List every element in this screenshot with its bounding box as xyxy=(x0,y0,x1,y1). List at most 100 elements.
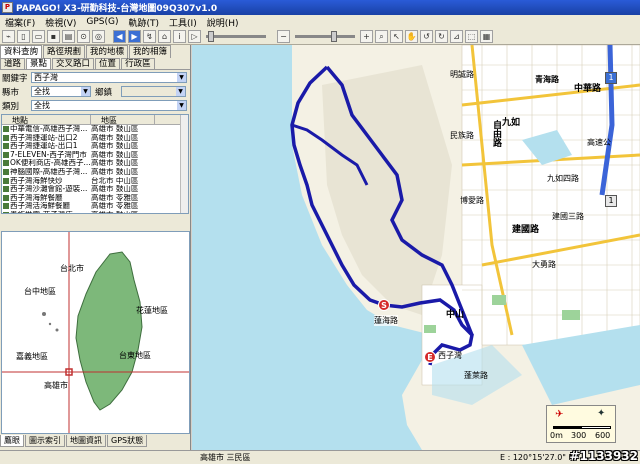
menu-gps[interactable]: GPS(G) xyxy=(81,17,123,27)
save-icon[interactable]: ▪ xyxy=(47,30,60,43)
play-icon[interactable]: ▷ xyxy=(188,30,201,43)
keyword-value: 西子灣 xyxy=(34,73,58,82)
results-header: 地點 地區 xyxy=(2,115,188,125)
menu-view[interactable]: 檢視(V) xyxy=(40,16,81,29)
place-text: OK便利商店-高雄西子... xyxy=(10,159,91,168)
status-bar: 高雄市 三民區 E : 120°15'27.0" N xyxy=(0,450,640,464)
road-label: 大勇路 xyxy=(532,260,556,269)
list-item[interactable]: 中華電信-高雄西子灣... 高雄市 鼓山區 xyxy=(2,125,188,134)
menu-help[interactable]: 說明(H) xyxy=(202,16,244,29)
region-text: 高雄市 鼓山區 xyxy=(91,125,139,133)
tab-search[interactable]: 資料查詢 xyxy=(0,45,43,58)
main-map[interactable]: S 蓮海路 E 青海路 自由路 明誠路 中華路 九如 建國路 建國三路 中山 大… xyxy=(192,45,640,450)
target-icon[interactable]: ◎ xyxy=(92,30,105,43)
list-item[interactable]: 西子灣海鮮餐廳 高雄市 苓雅區 xyxy=(2,194,188,203)
start-marker[interactable]: S xyxy=(378,299,390,311)
col-place[interactable]: 地點 xyxy=(2,115,91,125)
tab-eagle-eye[interactable]: 鷹眼 xyxy=(0,435,24,447)
list-item[interactable]: 西子灣海鮮快炒 台北市 中山區 xyxy=(2,177,188,186)
new-icon[interactable]: ▯ xyxy=(17,30,30,43)
route-icon[interactable]: ↯ xyxy=(143,30,156,43)
region-text: 高雄市 苓雅區 xyxy=(91,202,139,211)
place-text: 西子灣海鮮快炒 xyxy=(10,176,63,185)
gps-icon[interactable]: ⌁ xyxy=(2,30,15,43)
zoom-out-icon[interactable]: − xyxy=(277,30,290,43)
chevron-down-icon[interactable]: ▼ xyxy=(177,73,186,82)
forward-icon[interactable]: ▶ xyxy=(128,30,141,43)
col-region[interactable]: 地區 xyxy=(91,115,155,125)
menu-track[interactable]: 軌跡(T) xyxy=(124,16,165,29)
region-text: 高雄市 苓雅區 xyxy=(91,193,139,202)
toolbar-separator xyxy=(271,30,275,43)
zoom-in-icon[interactable]: + xyxy=(360,30,373,43)
open-icon[interactable]: ▭ xyxy=(32,30,45,43)
tab-route-plan[interactable]: 路徑規劃 xyxy=(43,45,86,58)
place-text: 貴族世家-西子灣店 xyxy=(10,211,73,213)
road-label: 民族路 xyxy=(450,131,474,140)
compass-north-icon[interactable]: 1 xyxy=(605,72,617,84)
chevron-down-icon[interactable]: ▼ xyxy=(177,101,186,110)
chevron-down-icon[interactable]: ▼ xyxy=(176,87,185,96)
road-label: 中華路 xyxy=(574,84,602,94)
tab-my-album[interactable]: 我的相簿 xyxy=(129,45,172,58)
road-label: 中山 xyxy=(446,310,465,320)
layer-icon[interactable]: ▦ xyxy=(480,30,493,43)
select-icon[interactable]: ⬚ xyxy=(465,30,478,43)
place-text: 西子灣沙灘會館-遊裝... xyxy=(10,185,88,194)
tab-gps-status[interactable]: GPS狀態 xyxy=(107,435,148,447)
list-item[interactable]: 神腦國際-高雄西子灣... 高雄市 鼓山區 xyxy=(2,168,188,177)
tab-icon-index[interactable]: 圖示索引 xyxy=(25,435,65,447)
info-icon[interactable]: i xyxy=(173,30,186,43)
place-label: 西子灣 xyxy=(438,351,462,360)
list-item[interactable]: 貴族世家-西子灣店 高雄市 鼓山區 xyxy=(2,211,188,213)
subtab-location[interactable]: 位置 xyxy=(95,58,121,69)
magnifier-icon[interactable]: ⌕ xyxy=(375,30,388,43)
keyword-input[interactable]: 西子灣 ▼ xyxy=(31,72,187,83)
list-item[interactable]: 西子灣活海鮮餐廳 高雄市 苓雅區 xyxy=(2,202,188,211)
subtab-district[interactable]: 行政區 xyxy=(121,58,155,69)
subtab-intersection[interactable]: 交叉路口 xyxy=(52,58,95,69)
subtab-road[interactable]: 道路 xyxy=(0,58,26,69)
region-text: 高雄市 鼓山區 xyxy=(91,211,155,213)
back-icon[interactable]: ◀ xyxy=(113,30,126,43)
subtab-poi[interactable]: 景點 xyxy=(26,58,52,69)
place-name: 西子灣沙灘會館-遊裝... xyxy=(2,185,91,194)
scale-ruler xyxy=(553,426,611,429)
chevron-down-icon[interactable]: ▼ xyxy=(81,87,90,96)
print-icon[interactable]: ▤ xyxy=(62,30,75,43)
home-icon[interactable]: ⌂ xyxy=(158,30,171,43)
county-select[interactable]: 全找 ▼ xyxy=(31,86,91,97)
list-item[interactable]: OK便利商店-高雄西子... 高雄市 鼓山區 xyxy=(2,159,188,168)
menu-bar: 檔案(F) 檢視(V) GPS(G) 軌跡(T) 工具(I) 說明(H) xyxy=(0,15,640,29)
rotate-left-icon[interactable]: ↺ xyxy=(420,30,433,43)
menu-tools[interactable]: 工具(I) xyxy=(164,16,202,29)
bottom-tabs: 鷹眼 圖示索引 地圖資訊 GPS狀態 xyxy=(0,435,148,447)
minimap-label: 台東地區 xyxy=(119,351,151,360)
town-select[interactable]: ▼ xyxy=(121,86,186,97)
end-marker[interactable]: E xyxy=(424,351,436,363)
compass-icon[interactable]: ✦ xyxy=(597,408,605,419)
slider-knob[interactable] xyxy=(208,31,214,42)
region-text: 高雄市 鼓山區 xyxy=(91,167,139,176)
results-list: 中華電信-高雄西子灣... 高雄市 鼓山區 西子灣捷運站-出口2 高雄市 鼓山區 西子灣… xyxy=(2,125,188,213)
measure-icon[interactable]: ⊿ xyxy=(450,30,463,43)
results-scrollbar[interactable] xyxy=(180,115,188,213)
zoom-knob[interactable] xyxy=(331,31,337,42)
list-item[interactable]: 西子灣捷運站-出口1 高雄市 鼓山區 xyxy=(2,142,188,151)
pointer-icon[interactable]: ↖ xyxy=(390,30,403,43)
menu-file[interactable]: 檔案(F) xyxy=(0,16,40,29)
playback-slider[interactable] xyxy=(206,31,266,42)
rotate-right-icon[interactable]: ↻ xyxy=(435,30,448,43)
town-label: 鄉鎮 xyxy=(95,87,113,98)
list-item[interactable]: 西子灣沙灘會館-遊裝... 高雄市 鼓山區 xyxy=(2,185,188,194)
poi-icon xyxy=(3,143,9,150)
pan-hand-icon[interactable]: ✋ xyxy=(405,30,418,43)
list-item[interactable]: 西子灣捷運站-出口2 高雄市 鼓山區 xyxy=(2,134,188,143)
category-select[interactable]: 全找 ▼ xyxy=(31,100,187,111)
tab-map-info[interactable]: 地圖資訊 xyxy=(66,435,106,447)
list-item[interactable]: 7-ELEVEN-西子灣門市 高雄市 鼓山區 xyxy=(2,151,188,160)
zoom-slider[interactable] xyxy=(295,31,355,42)
tab-my-landmarks[interactable]: 我的地標 xyxy=(86,45,129,58)
overview-map[interactable]: 台北市 台中地區 花蓮地區 嘉義地區 高雄市 台東地區 xyxy=(1,231,190,434)
find-icon[interactable]: ⊙ xyxy=(77,30,90,43)
